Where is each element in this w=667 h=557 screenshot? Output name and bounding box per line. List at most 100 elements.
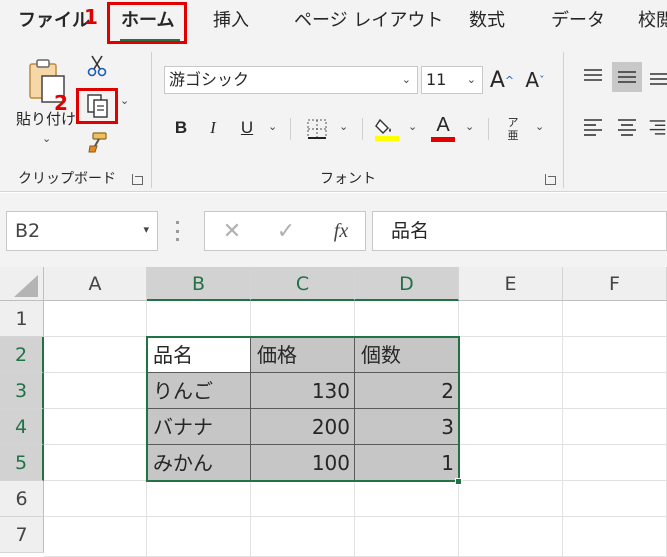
- clipboard-launcher-icon[interactable]: [132, 174, 143, 185]
- select-all-corner[interactable]: [0, 267, 44, 301]
- cell-f6[interactable]: [563, 481, 667, 517]
- row-header-2[interactable]: 2: [0, 337, 44, 373]
- cell-b1[interactable]: [147, 301, 251, 337]
- align-right-icon[interactable]: [648, 114, 667, 140]
- align-middle-icon[interactable]: [612, 62, 642, 92]
- cell-f7[interactable]: [563, 517, 667, 557]
- cell-b6[interactable]: [147, 481, 251, 517]
- copy-dropdown-icon[interactable]: ⌄: [120, 94, 129, 107]
- cut-icon[interactable]: [86, 54, 108, 78]
- cell-d3[interactable]: 2: [355, 373, 459, 409]
- cell-d7[interactable]: [355, 517, 459, 557]
- tab-page-layout[interactable]: ページ レイアウト: [294, 10, 443, 32]
- enter-check-icon[interactable]: ✓: [274, 219, 298, 244]
- italic-icon[interactable]: I: [202, 116, 224, 140]
- tab-formulas[interactable]: 数式: [469, 10, 505, 32]
- cell-f5[interactable]: [563, 445, 667, 481]
- tab-file[interactable]: ファイル: [18, 10, 90, 32]
- cell-b3[interactable]: りんご: [147, 373, 251, 409]
- align-left-icon[interactable]: [580, 114, 606, 140]
- row-header-1[interactable]: 1: [0, 301, 44, 337]
- cell-b4[interactable]: バナナ: [147, 409, 251, 445]
- cell-b5[interactable]: みかん: [147, 445, 251, 481]
- cell-d4[interactable]: 3: [355, 409, 459, 445]
- cell-f4[interactable]: [563, 409, 667, 445]
- align-top-icon[interactable]: [580, 64, 606, 90]
- column-header-f[interactable]: F: [563, 267, 667, 301]
- formula-bar-grip-icon[interactable]: [176, 221, 180, 241]
- row-header-6[interactable]: 6: [0, 481, 44, 517]
- cell-e7[interactable]: [459, 517, 563, 557]
- cell-a6[interactable]: [44, 481, 147, 517]
- cell-a1[interactable]: [44, 301, 147, 337]
- cell-a7[interactable]: [44, 517, 147, 557]
- cell-d1[interactable]: [355, 301, 459, 337]
- worksheet-grid: A B C D E F 1 2 3 4 5 6 7 品名 価格 個数 りんご 1…: [0, 267, 667, 557]
- cell-f1[interactable]: [563, 301, 667, 337]
- bold-icon[interactable]: B: [170, 116, 192, 140]
- column-header-c[interactable]: C: [251, 267, 355, 301]
- increase-font-size-icon[interactable]: A ^: [488, 66, 516, 94]
- underline-dropdown-icon[interactable]: ⌄: [268, 120, 277, 133]
- cell-e3[interactable]: [459, 373, 563, 409]
- cell-d2[interactable]: 個数: [355, 337, 459, 373]
- phonetic-dropdown-icon[interactable]: ⌄: [535, 120, 544, 133]
- decrease-font-size-icon[interactable]: Aˇ: [520, 66, 550, 94]
- cell-c1[interactable]: [251, 301, 355, 337]
- font-color-icon[interactable]: A: [430, 114, 456, 142]
- tab-review[interactable]: 校閲: [638, 10, 667, 32]
- underline-icon[interactable]: U: [236, 116, 258, 140]
- fill-color-icon[interactable]: [374, 114, 400, 142]
- row-header-5[interactable]: 5: [0, 445, 44, 481]
- cell-d5[interactable]: 1: [355, 445, 459, 481]
- font-name-dropdown[interactable]: 游ゴシック ⌄: [164, 66, 418, 94]
- cell-e2[interactable]: [459, 337, 563, 373]
- column-header-b[interactable]: B: [147, 267, 251, 301]
- cell-c3[interactable]: 130: [251, 373, 355, 409]
- borders-dropdown-icon[interactable]: ⌄: [339, 120, 348, 133]
- align-bottom-icon[interactable]: [648, 64, 667, 90]
- format-painter-icon[interactable]: [86, 130, 110, 154]
- cell-f3[interactable]: [563, 373, 667, 409]
- font-color-dropdown-icon[interactable]: ⌄: [465, 120, 474, 133]
- tab-insert[interactable]: 挿入: [213, 10, 249, 32]
- align-center-icon[interactable]: [614, 114, 640, 140]
- cell-d6[interactable]: [355, 481, 459, 517]
- fill-color-dropdown-icon[interactable]: ⌄: [408, 120, 417, 133]
- name-box[interactable]: B2 ▾: [6, 211, 158, 251]
- name-box-value: B2: [15, 220, 41, 242]
- borders-icon[interactable]: [304, 116, 330, 142]
- cell-c5[interactable]: 100: [251, 445, 355, 481]
- copy-icon[interactable]: [84, 92, 112, 120]
- cell-c4[interactable]: 200: [251, 409, 355, 445]
- fill-handle[interactable]: [455, 478, 462, 485]
- cell-c6[interactable]: [251, 481, 355, 517]
- cell-a5[interactable]: [44, 445, 147, 481]
- column-header-e[interactable]: E: [459, 267, 563, 301]
- cell-e5[interactable]: [459, 445, 563, 481]
- cell-e4[interactable]: [459, 409, 563, 445]
- cell-c7[interactable]: [251, 517, 355, 557]
- cell-e1[interactable]: [459, 301, 563, 337]
- cell-c2[interactable]: 価格: [251, 337, 355, 373]
- row-header-3[interactable]: 3: [0, 373, 44, 409]
- paste-dropdown-icon[interactable]: ⌄: [42, 132, 51, 145]
- cell-f2[interactable]: [563, 337, 667, 373]
- font-launcher-icon[interactable]: [545, 174, 556, 185]
- cancel-icon[interactable]: ✕: [220, 219, 244, 244]
- tab-data[interactable]: データ: [551, 10, 605, 32]
- row-header-7[interactable]: 7: [0, 517, 44, 553]
- phonetic-guide-icon[interactable]: ア亜: [500, 114, 526, 144]
- insert-function-icon[interactable]: fx: [326, 217, 356, 245]
- font-size-dropdown[interactable]: 11 ⌄: [421, 66, 483, 94]
- formula-input[interactable]: 品名: [372, 211, 667, 251]
- cell-b7[interactable]: [147, 517, 251, 557]
- column-header-a[interactable]: A: [44, 267, 147, 301]
- row-header-4[interactable]: 4: [0, 409, 44, 445]
- cell-b2[interactable]: 品名: [147, 337, 251, 373]
- column-header-d[interactable]: D: [355, 267, 459, 301]
- cell-a2[interactable]: [44, 337, 147, 373]
- cell-e6[interactable]: [459, 481, 563, 517]
- cell-a4[interactable]: [44, 409, 147, 445]
- cell-a3[interactable]: [44, 373, 147, 409]
